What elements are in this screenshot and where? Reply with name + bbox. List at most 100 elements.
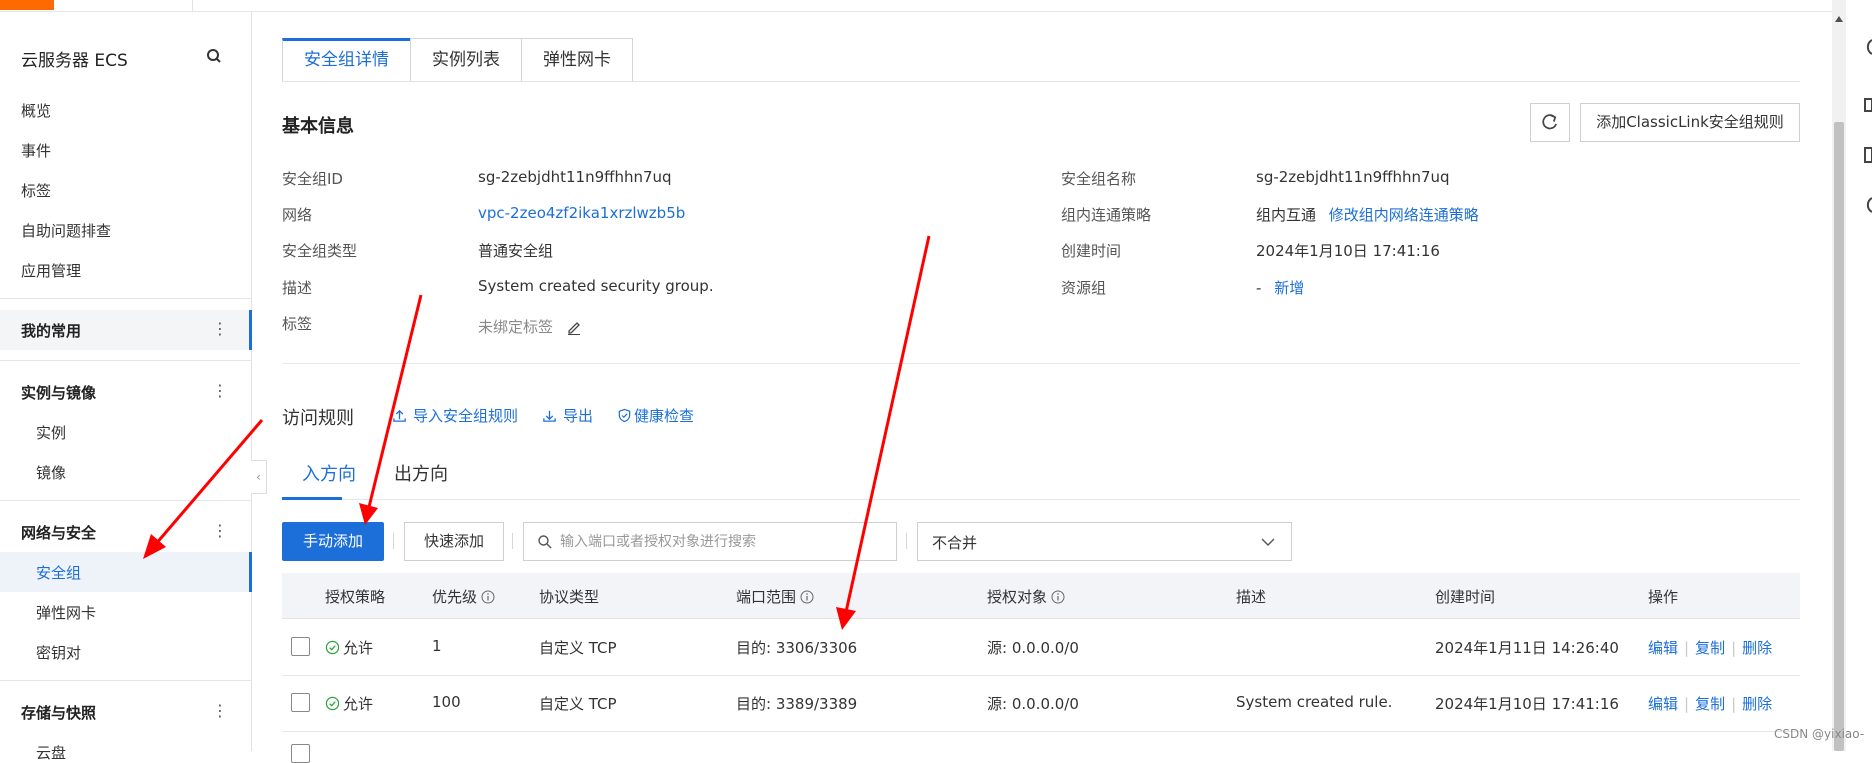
- edit-link[interactable]: 编辑: [1648, 695, 1678, 713]
- sidebar-item-overview[interactable]: 概览: [21, 100, 51, 121]
- info-label-tags: 标签: [282, 315, 313, 333]
- search-icon[interactable]: [204, 46, 226, 68]
- add-manual-button[interactable]: 手动添加: [282, 522, 384, 561]
- sidebar-group-favorites[interactable]: 我的常用 ⋮: [0, 310, 252, 350]
- info-value-tags: 未绑定标签: [478, 316, 582, 337]
- info-label-created-time: 创建时间: [1061, 242, 1122, 260]
- column-header-priority: 优先级: [432, 586, 495, 607]
- row-checkbox[interactable]: [291, 693, 310, 712]
- sidebar-item-events[interactable]: 事件: [21, 140, 51, 161]
- brand-logo[interactable]: [0, 0, 54, 10]
- auth-object-cell: 源: 0.0.0.0/0: [987, 695, 1079, 713]
- import-rules-label: 导入安全组规则: [413, 407, 519, 425]
- scrollbar-thumb[interactable]: [1834, 122, 1844, 751]
- delete-link[interactable]: 删除: [1742, 695, 1772, 713]
- column-header-auth-object-label: 授权对象: [987, 588, 1048, 606]
- row-checkbox[interactable]: [291, 744, 310, 763]
- sidebar-item-security-groups[interactable]: 安全组: [0, 552, 252, 592]
- sidebar-group-label: 我的常用: [21, 322, 82, 340]
- edit-icon[interactable]: [566, 319, 582, 335]
- info-label-resource-group: 资源组: [1061, 279, 1107, 297]
- column-header-description: 描述: [1236, 588, 1267, 606]
- column-header-protocol: 协议类型: [539, 588, 600, 606]
- info-value-resource-group: - 新增: [1256, 277, 1304, 298]
- add-quick-button[interactable]: 快速添加: [404, 522, 504, 561]
- add-resource-group-link[interactable]: 新增: [1274, 279, 1304, 297]
- sidebar-collapse-button[interactable]: ‹: [251, 460, 267, 494]
- info-value-sg-type: 普通安全组: [478, 242, 554, 260]
- sidebar-item-disks[interactable]: 云盘: [36, 742, 66, 763]
- sidebar-group-storage-snapshots[interactable]: 存储与快照 ⋮: [0, 692, 252, 732]
- column-header-auth-object: 授权对象: [987, 586, 1065, 607]
- tab-eni[interactable]: 弹性网卡: [521, 38, 633, 82]
- rail-icon[interactable]: [1860, 38, 1872, 56]
- chevron-down-icon: [1261, 538, 1275, 546]
- sidebar-item-instances[interactable]: 实例: [36, 422, 66, 443]
- sidebar-group-instances-images[interactable]: 实例与镜像 ⋮: [0, 372, 252, 412]
- rule-search-input[interactable]: [558, 523, 888, 560]
- sidebar-item-eni[interactable]: 弹性网卡: [36, 602, 96, 623]
- sidebar-item-images[interactable]: 镜像: [36, 462, 66, 483]
- column-header-port-range: 端口范围: [736, 586, 814, 607]
- export-link[interactable]: 导出: [542, 405, 593, 426]
- tab-inbound[interactable]: 入方向: [302, 460, 356, 486]
- created-cell: 2024年1月11日 14:26:40: [1435, 639, 1619, 657]
- rail-icon[interactable]: [1860, 96, 1872, 114]
- more-icon[interactable]: ⋮: [212, 319, 228, 338]
- row-checkbox[interactable]: [291, 637, 310, 656]
- sidebar-title: 云服务器 ECS: [21, 51, 128, 71]
- copy-link[interactable]: 复制: [1695, 695, 1725, 713]
- toolbar-separator: [393, 533, 394, 549]
- add-classiclink-rule-button[interactable]: 添加ClassicLink安全组规则: [1580, 103, 1800, 142]
- sidebar-divider: [0, 680, 252, 681]
- info-label-sg-name: 安全组名称: [1061, 170, 1137, 188]
- policy-cell: 允许: [325, 693, 373, 714]
- description-cell: System created rule.: [1236, 693, 1393, 711]
- sidebar-group-network-security[interactable]: 网络与安全 ⋮: [0, 512, 252, 552]
- rail-icon[interactable]: [1860, 146, 1872, 164]
- created-cell: 2024年1月10日 17:41:16: [1435, 695, 1619, 713]
- tab-security-group-details[interactable]: 安全组详情: [282, 38, 411, 82]
- info-icon[interactable]: [800, 590, 814, 604]
- access-rules-title: 访问规则: [282, 408, 354, 429]
- rules-table-header: 授权策略 优先级 协议类型 端口范围 授权对象 描述 创建时间 操作: [282, 573, 1800, 619]
- edit-link[interactable]: 编辑: [1648, 639, 1678, 657]
- sidebar-divider: [0, 298, 252, 299]
- more-icon[interactable]: ⋮: [212, 381, 228, 400]
- policy-cell: 允许: [325, 637, 373, 658]
- sidebar-item-keypairs[interactable]: 密钥对: [36, 642, 81, 663]
- health-check-link[interactable]: 健康检查: [617, 405, 694, 426]
- scroll-up-arrow-icon[interactable]: [1834, 14, 1844, 24]
- direction-tabs-divider: [282, 499, 1800, 500]
- vpc-link[interactable]: vpc-2zeo4zf2ika1xrzlwzb5b: [478, 204, 685, 222]
- sidebar-item-tags[interactable]: 标签: [21, 180, 51, 201]
- rail-icon[interactable]: [1860, 196, 1872, 214]
- merge-select[interactable]: 不合并: [917, 522, 1292, 561]
- port-cell: 目的: 3306/3306: [736, 639, 858, 657]
- watermark: CSDN @yixiao-: [1774, 727, 1865, 741]
- info-label-sg-id: 安全组ID: [282, 170, 343, 188]
- sidebar-item-troubleshoot[interactable]: 自助问题排查: [21, 220, 111, 241]
- tab-outbound[interactable]: 出方向: [394, 460, 448, 486]
- more-icon[interactable]: ⋮: [212, 521, 228, 540]
- column-header-priority-label: 优先级: [432, 588, 478, 606]
- top-bar: [0, 0, 1832, 12]
- info-icon[interactable]: [1051, 590, 1065, 604]
- sidebar-item-app-management[interactable]: 应用管理: [21, 260, 81, 281]
- refresh-button[interactable]: [1530, 103, 1570, 142]
- rule-search-box: [523, 522, 897, 561]
- sidebar-group-label: 存储与快照: [21, 704, 97, 722]
- delete-link[interactable]: 删除: [1742, 639, 1772, 657]
- column-header-port-range-label: 端口范围: [736, 588, 797, 606]
- column-header-policy: 授权策略: [325, 588, 386, 606]
- check-circle-icon: [325, 696, 340, 711]
- copy-link[interactable]: 复制: [1695, 639, 1725, 657]
- tab-instance-list[interactable]: 实例列表: [410, 38, 522, 82]
- modify-policy-link[interactable]: 修改组内网络连通策略: [1329, 206, 1479, 224]
- toolbar-separator: [906, 533, 907, 549]
- more-icon[interactable]: ⋮: [212, 701, 228, 720]
- info-icon[interactable]: [481, 590, 495, 604]
- export-icon: [543, 410, 556, 422]
- unbound-tags-text: 未绑定标签: [478, 318, 554, 336]
- import-rules-link[interactable]: 导入安全组规则: [392, 405, 518, 426]
